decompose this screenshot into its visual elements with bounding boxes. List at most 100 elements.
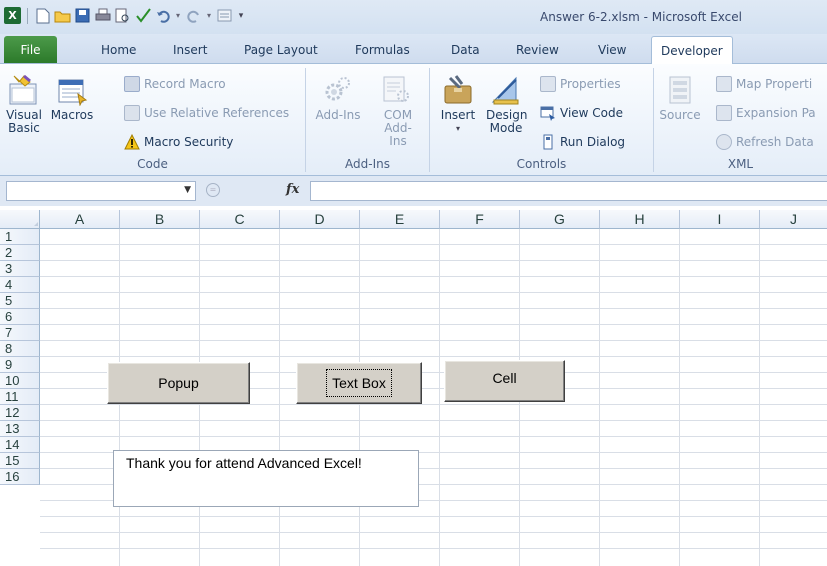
visual-basic-button[interactable]: Visual Basic: [2, 74, 46, 135]
addins-button[interactable]: Add-Ins: [310, 74, 366, 122]
tab-review[interactable]: Review: [516, 43, 559, 57]
tab-insert[interactable]: Insert: [173, 43, 207, 57]
map-properties-button[interactable]: Map Properti: [716, 76, 812, 92]
refresh-icon: [716, 134, 732, 150]
text-box-button[interactable]: Text Box: [296, 362, 422, 404]
view-code-button[interactable]: View Code: [540, 105, 623, 121]
gridline: [40, 260, 827, 261]
toolbox-icon: [442, 74, 474, 106]
select-all-corner[interactable]: [0, 210, 40, 229]
view-code-icon: [540, 105, 556, 121]
insert-control-label: Insert: [440, 108, 476, 122]
design-mode-button[interactable]: Design Mode: [482, 74, 530, 135]
undo-icon[interactable]: [154, 7, 171, 24]
ribbon: Visual Basic Macros Record Macro Use Rel…: [0, 64, 827, 176]
qat-separator: [27, 7, 28, 24]
column-header-g[interactable]: G: [520, 210, 600, 229]
macro-security-label: Macro Security: [144, 135, 234, 149]
row-header-10[interactable]: 10: [0, 373, 40, 389]
tab-file[interactable]: File: [4, 36, 57, 63]
tab-view[interactable]: View: [598, 43, 626, 57]
row-header-11[interactable]: 11: [0, 389, 40, 405]
name-box-dropdown-icon[interactable]: ▼: [184, 185, 191, 195]
com-addins-button[interactable]: COM Add-Ins: [368, 74, 424, 148]
refresh-data-button[interactable]: Refresh Data: [716, 134, 814, 150]
print-icon[interactable]: [94, 7, 111, 24]
title-bar: X ▾ ▾ ▾ Answer 6-2.xlsm - Microsoft Exce…: [0, 0, 827, 34]
tab-formulas[interactable]: Formulas: [355, 43, 410, 57]
row-header-8[interactable]: 8: [0, 341, 40, 357]
popup-button[interactable]: Popup: [107, 362, 250, 404]
save-icon[interactable]: [74, 7, 91, 24]
insert-dropdown-icon: ▾: [455, 124, 460, 133]
row-header-13[interactable]: 13: [0, 421, 40, 437]
expansion-packs-button[interactable]: Expansion Pa: [716, 105, 816, 121]
warning-icon: [124, 133, 140, 150]
gridline: [40, 548, 827, 549]
com-addins-label: COM Add-Ins: [383, 108, 413, 148]
row-header-14[interactable]: 14: [0, 437, 40, 453]
run-dialog-button[interactable]: Run Dialog: [540, 134, 625, 150]
form-icon[interactable]: [216, 7, 233, 24]
tab-developer[interactable]: Developer: [651, 36, 733, 65]
macro-security-button[interactable]: Macro Security: [124, 133, 234, 150]
tab-page-layout[interactable]: Page Layout: [244, 43, 318, 57]
row-header-4[interactable]: 4: [0, 277, 40, 293]
excel-app-icon[interactable]: X: [4, 7, 21, 24]
map-properties-icon: [716, 76, 732, 92]
record-macro-button[interactable]: Record Macro: [124, 76, 226, 92]
column-header-h[interactable]: H: [600, 210, 680, 229]
xml-group: Source Map Properti Expansion Pa Refresh…: [654, 68, 827, 172]
gridline: [40, 404, 827, 405]
message-text-box[interactable]: Thank you for attend Advanced Excel!: [113, 450, 419, 507]
run-dialog-label: Run Dialog: [560, 135, 626, 149]
gridline: [40, 436, 827, 437]
use-relative-references-button[interactable]: Use Relative References: [124, 105, 289, 121]
row-header-9[interactable]: 9: [0, 357, 40, 373]
run-dialog-icon: [540, 134, 556, 150]
row-header-1[interactable]: 1: [0, 229, 40, 245]
column-header-f[interactable]: F: [440, 210, 520, 229]
cell-button[interactable]: Cell: [444, 360, 565, 402]
relative-references-icon: [124, 105, 140, 121]
row-header-2[interactable]: 2: [0, 245, 40, 261]
cancel-formula-icon[interactable]: =: [206, 183, 220, 197]
row-header-16[interactable]: 16: [0, 469, 40, 485]
insert-function-button[interactable]: fx: [286, 182, 299, 197]
row-header-5[interactable]: 5: [0, 293, 40, 309]
open-folder-icon[interactable]: [54, 7, 71, 24]
spelling-icon[interactable]: [134, 7, 151, 24]
name-box[interactable]: ▼: [6, 181, 196, 201]
row-header-15[interactable]: 15: [0, 453, 40, 469]
worksheet-grid[interactable]: A B C D E F G H I J 1 2 3 4 5 6 7 8 9 10…: [0, 210, 827, 566]
properties-button[interactable]: Properties: [540, 76, 621, 92]
undo-dropdown-icon[interactable]: ▾: [174, 7, 182, 24]
insert-control-button[interactable]: Insert ▾: [438, 74, 478, 135]
redo-dropdown-icon[interactable]: ▾: [205, 7, 213, 24]
column-header-e[interactable]: E: [360, 210, 440, 229]
print-preview-icon[interactable]: [114, 7, 131, 24]
xml-group-label: XML: [727, 157, 754, 171]
use-relative-references-label: Use Relative References: [144, 106, 290, 120]
new-document-icon[interactable]: [34, 7, 51, 24]
column-header-b[interactable]: B: [120, 210, 200, 229]
row-header-7[interactable]: 7: [0, 325, 40, 341]
source-button[interactable]: Source: [658, 74, 702, 122]
macros-button[interactable]: Macros: [46, 74, 98, 122]
formula-input[interactable]: [310, 181, 827, 201]
code-group: Visual Basic Macros Record Macro Use Rel…: [0, 68, 306, 172]
tab-data[interactable]: Data: [451, 43, 480, 57]
tab-home[interactable]: Home: [101, 43, 136, 57]
row-header-3[interactable]: 3: [0, 261, 40, 277]
column-header-a[interactable]: A: [40, 210, 120, 229]
row-header-6[interactable]: 6: [0, 309, 40, 325]
column-header-d[interactable]: D: [280, 210, 360, 229]
row-header-12[interactable]: 12: [0, 405, 40, 421]
qat-dropdown-icon[interactable]: ▾: [236, 7, 246, 24]
message-text: Thank you for attend Advanced Excel!: [126, 455, 362, 471]
quick-access-toolbar: X ▾ ▾ ▾: [4, 7, 246, 24]
column-header-c[interactable]: C: [200, 210, 280, 229]
column-header-j[interactable]: J: [760, 210, 827, 229]
column-header-i[interactable]: I: [680, 210, 760, 229]
redo-icon[interactable]: [185, 7, 202, 24]
